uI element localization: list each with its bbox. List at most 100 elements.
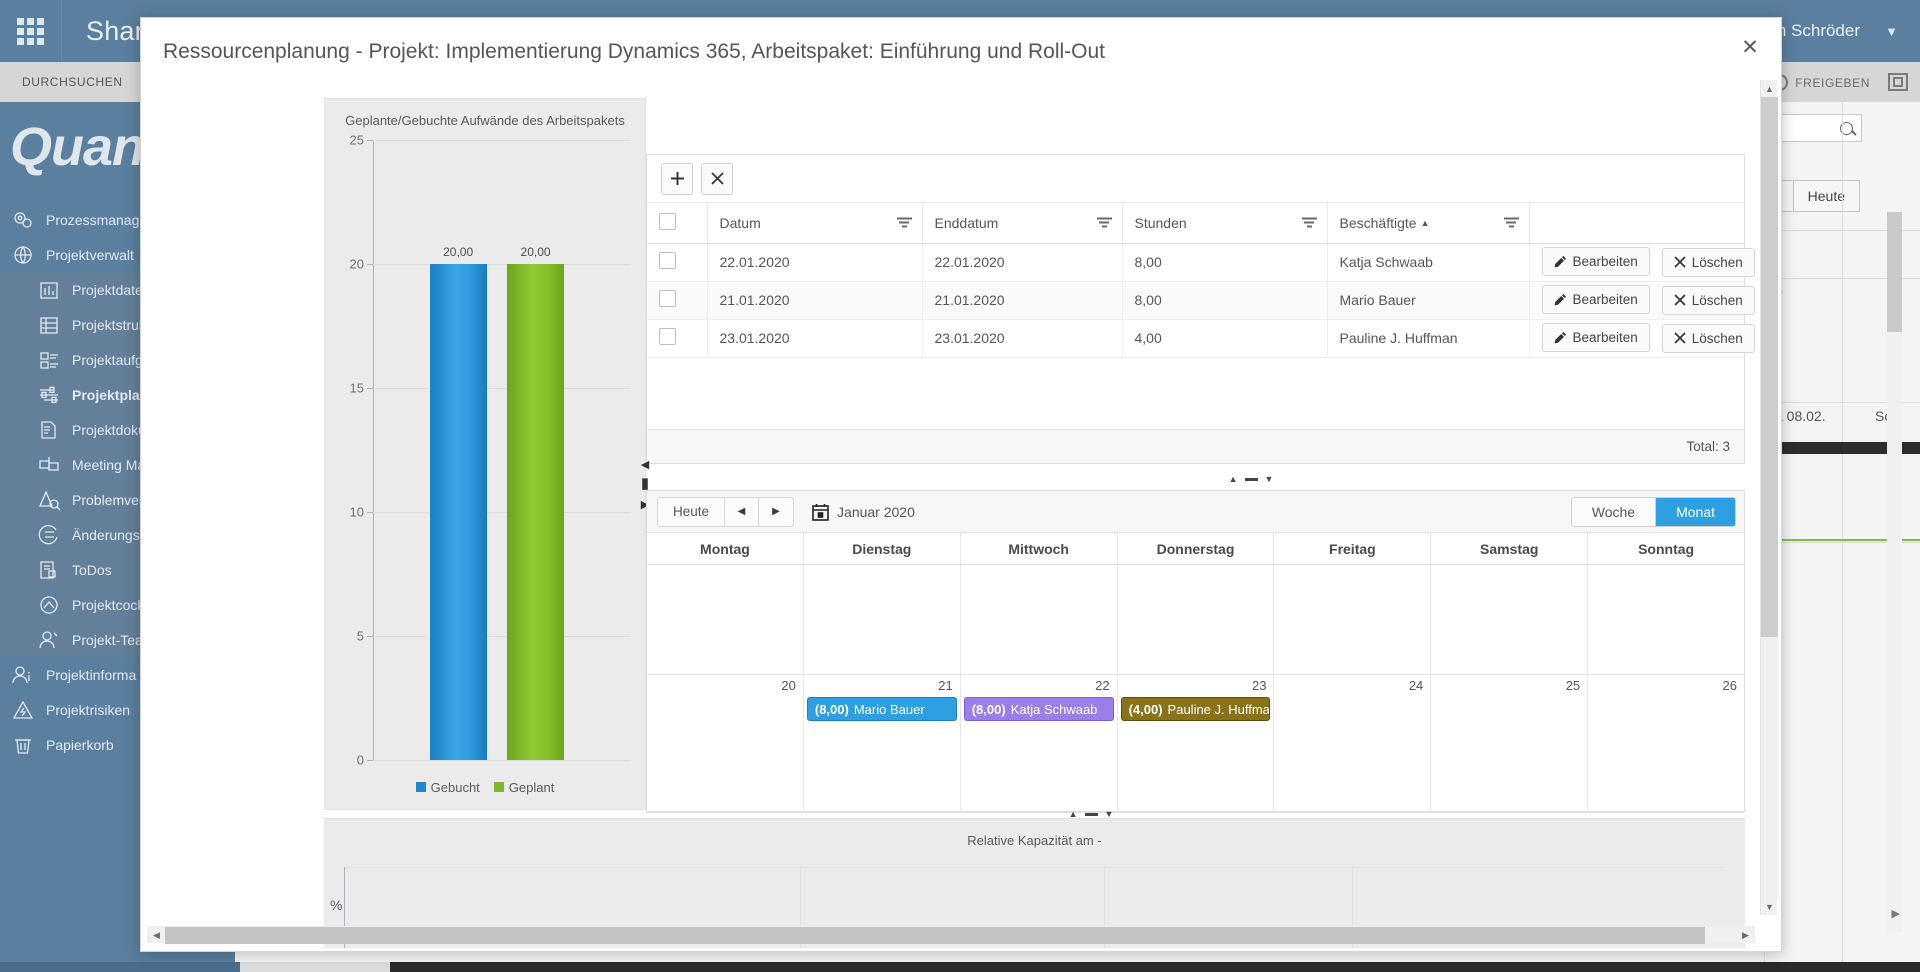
calendar-icon	[812, 503, 829, 521]
select-all-checkbox[interactable]	[659, 212, 676, 230]
calendar-week-row	[647, 565, 1745, 675]
page-scroll-right-arrow[interactable]: ▶	[1892, 907, 1900, 920]
sidebar-item-label: Prozessmanag	[46, 211, 140, 228]
delete-selected-button[interactable]	[701, 162, 733, 195]
calendar-prev-icon[interactable]: ◀	[725, 497, 760, 526]
splitter-up-icon[interactable]: ▲	[1229, 474, 1238, 484]
scroll-up-arrow-icon[interactable]: ▲	[1761, 80, 1778, 97]
scroll-right-arrow-icon[interactable]: ▶	[1737, 927, 1754, 944]
calendar-today-button[interactable]: Heute	[658, 497, 726, 526]
capacity-y-axis-label: %	[330, 897, 343, 913]
legend-item-geplant[interactable]: Geplant	[493, 780, 554, 795]
scroll-down-arrow-icon[interactable]: ▼	[1761, 898, 1778, 915]
legend-item-gebucht[interactable]: Gebucht	[415, 780, 480, 795]
calendar-event-pauline-huffman[interactable]: (4,00) Pauline J. Huffman	[1120, 697, 1271, 721]
row-select-cell[interactable]	[647, 281, 708, 320]
y-tick-label: 5	[356, 628, 364, 644]
delete-label: Löschen	[1691, 330, 1743, 346]
ribbon-right-actions: FREIGEBEN	[1771, 62, 1908, 102]
delete-button[interactable]: Löschen	[1661, 323, 1755, 353]
horizontal-scroll-thumb[interactable]	[165, 927, 1705, 944]
dialog-title: Ressourcenplanung - Projekt: Implementie…	[163, 40, 1105, 63]
add-row-button[interactable]	[661, 162, 693, 195]
bar-value-label: 20,00	[520, 245, 551, 259]
document-icon	[36, 419, 62, 441]
edit-button[interactable]: Bearbeiten	[1541, 285, 1650, 315]
row-checkbox[interactable]	[659, 290, 676, 307]
event-hours: (4,00)	[1128, 701, 1163, 717]
table-row[interactable]: 21.01.2020 21.01.2020 8,00 Mario Bauer B…	[647, 281, 1755, 320]
app-launcher-button[interactable]	[0, 0, 62, 62]
calendar-day-cell[interactable]	[1431, 565, 1589, 675]
scroll-left-arrow-icon[interactable]: ◀	[148, 927, 165, 944]
calendar-day-cell-22[interactable]: 22 (8,00) Katja Schwaab	[960, 675, 1118, 813]
select-all-header[interactable]	[647, 203, 708, 244]
dialog-horizontal-scrollbar[interactable]: ◀ ▶	[147, 926, 1755, 944]
day-number: 25	[1565, 678, 1581, 693]
table-row[interactable]: 22.01.2020 22.01.2020 8,00 Katja Schwaab…	[647, 243, 1755, 282]
share-button[interactable]: FREIGEBEN	[1771, 73, 1870, 91]
calendar-day-cell-23[interactable]: 23 (4,00) Pauline J. Huffman	[1117, 675, 1275, 813]
day-number: 24	[1408, 678, 1424, 693]
filter-icon[interactable]	[896, 217, 912, 228]
focus-on-content-icon[interactable]	[1888, 73, 1908, 91]
panel-collapse-left-icon[interactable]: ◀	[639, 456, 651, 472]
calendar-day-cell[interactable]	[1117, 565, 1275, 675]
delete-button[interactable]: Löschen	[1661, 285, 1755, 315]
calendar-period[interactable]: Januar 2020	[812, 503, 915, 521]
cell-datum: 21.01.2020	[707, 281, 923, 320]
close-x-icon	[1674, 256, 1686, 268]
calendar-day-cell[interactable]	[960, 565, 1118, 675]
calendar-day-cell-24[interactable]: 24	[1274, 675, 1432, 813]
page-vertical-scrollbar[interactable]	[1887, 212, 1902, 932]
delete-button[interactable]: Löschen	[1661, 247, 1755, 277]
column-header-enddatum[interactable]: Enddatum	[922, 203, 1123, 244]
edit-button[interactable]: Bearbeiten	[1541, 323, 1650, 353]
calendar-event-mario-bauer[interactable]: (8,00) Mario Bauer	[806, 697, 957, 721]
cell-beschaeftigte: Pauline J. Huffman	[1327, 319, 1530, 358]
splitter-dash-icon[interactable]	[1244, 477, 1258, 481]
splitter-dash-icon[interactable]	[1084, 812, 1098, 816]
grid-splitter-controls[interactable]: ▲ ▼	[1221, 473, 1281, 485]
filter-icon[interactable]	[1096, 217, 1112, 228]
cell-actions: Bearbeiten Löschen	[1529, 281, 1755, 320]
row-select-cell[interactable]	[647, 243, 708, 282]
ribbon-tab-durchsuchen[interactable]: DURCHSUCHEN	[0, 75, 145, 89]
row-checkbox[interactable]	[659, 252, 676, 269]
bar-value-label: 20,00	[443, 245, 474, 259]
table-row[interactable]: 23.01.2020 23.01.2020 4,00 Pauline J. Hu…	[647, 319, 1755, 358]
dialog-vertical-scrollbar[interactable]: ▲ ▼	[1760, 80, 1778, 915]
calendar-event-katja-schwaab[interactable]: (8,00) Katja Schwaab	[963, 697, 1114, 721]
calendar-day-cell-26[interactable]: 26	[1588, 675, 1745, 813]
close-icon[interactable]: ✕	[1735, 32, 1765, 62]
column-header-beschaeftigte[interactable]: Beschäftigte ▲	[1327, 203, 1530, 244]
calendar-day-cell-20[interactable]: 20	[647, 675, 804, 813]
calendar-day-cell[interactable]	[803, 565, 961, 675]
vertical-scroll-thumb[interactable]	[1761, 97, 1778, 637]
row-checkbox[interactable]	[659, 328, 676, 345]
delete-label: Löschen	[1691, 254, 1743, 270]
user-menu-caret-icon[interactable]: ▼	[1885, 0, 1898, 62]
y-tick-label: 10	[349, 504, 364, 520]
heute-button[interactable]: Heute	[1792, 180, 1860, 212]
calendar-day-cell[interactable]	[1274, 565, 1432, 675]
row-select-cell[interactable]	[647, 319, 708, 358]
filter-icon[interactable]	[1301, 217, 1317, 228]
bar-geplant[interactable]: 20,00	[507, 245, 564, 760]
edit-button[interactable]: Bearbeiten	[1541, 247, 1650, 277]
calendar-view-monat[interactable]: Monat	[1656, 498, 1735, 526]
calendar-next-icon[interactable]: ▶	[759, 498, 793, 526]
calendar-day-cell-25[interactable]: 25	[1431, 675, 1589, 813]
splitter-down-icon[interactable]: ▼	[1265, 474, 1274, 484]
calendar-view-woche[interactable]: Woche	[1571, 498, 1657, 526]
calendar-day-cell[interactable]	[1588, 565, 1745, 675]
column-header-stunden[interactable]: Stunden	[1122, 203, 1328, 244]
calendar-day-cell[interactable]	[647, 565, 804, 675]
filter-icon[interactable]	[1503, 217, 1519, 228]
y-axis	[373, 141, 374, 761]
day-number: 23	[1251, 678, 1267, 693]
edit-label: Bearbeiten	[1572, 254, 1638, 270]
bar-gebucht[interactable]: 20,00	[429, 245, 487, 760]
calendar-day-cell-21[interactable]: 21 (8,00) Mario Bauer	[803, 675, 961, 813]
column-header-datum[interactable]: Datum	[707, 203, 923, 244]
